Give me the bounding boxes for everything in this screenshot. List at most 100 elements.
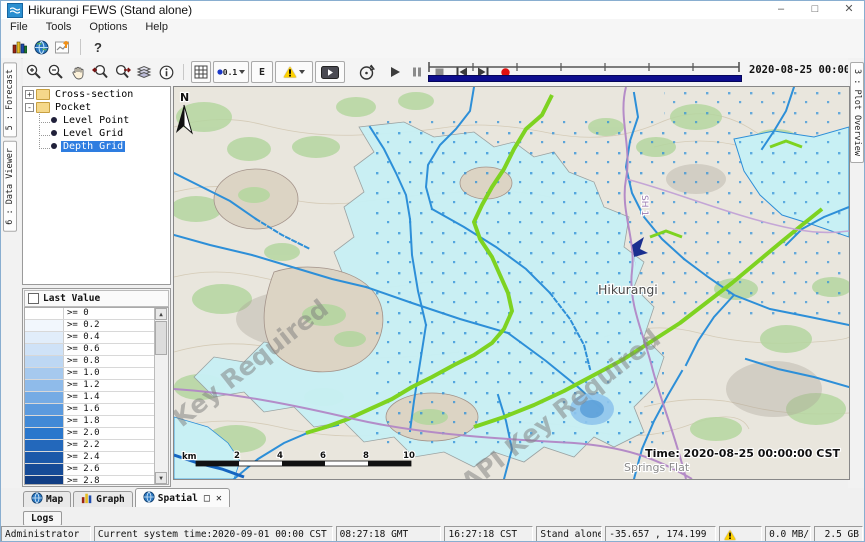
- status-cell-text: 08:27:18 GMT: [340, 529, 409, 540]
- svg-text:N: N: [180, 91, 189, 104]
- last-value-checkbox[interactable]: [28, 293, 39, 304]
- maximize-button[interactable]: □: [798, 1, 832, 19]
- info-button[interactable]: [156, 63, 176, 81]
- right-dock-strip: 3 : Plot Overview: [848, 58, 865, 488]
- status-cell-text: Stand alone: [540, 529, 602, 540]
- tab-close-icon[interactable]: ✕: [216, 493, 222, 504]
- scroll-down-icon[interactable]: ▼: [155, 472, 167, 484]
- chart-icon: [81, 492, 93, 507]
- timeline-range-bar[interactable]: [428, 75, 742, 82]
- status-cell-text: 2.5 GB: [825, 529, 859, 540]
- menu-file[interactable]: File: [1, 19, 37, 36]
- tab-spatial[interactable]: Spatial □ ✕: [135, 488, 230, 507]
- tree-item-label[interactable]: Level Point: [61, 115, 131, 126]
- legend-row[interactable]: >= 0.2: [25, 320, 168, 332]
- zoom-out-button[interactable]: [46, 63, 66, 81]
- legend-row-label: >= 1.4: [64, 392, 100, 403]
- legend-row[interactable]: >= 0: [25, 308, 168, 320]
- legend-row[interactable]: >= 0.6: [25, 344, 168, 356]
- play-button[interactable]: [385, 63, 405, 81]
- tab-label: Spatial: [158, 493, 198, 504]
- legend-row[interactable]: >= 0.4: [25, 332, 168, 344]
- status-bar: AdministratorCurrent system time:2020-09…: [1, 525, 865, 542]
- pan-hand-button[interactable]: [68, 63, 88, 81]
- animation-button[interactable]: [315, 61, 345, 83]
- zoom-in-button[interactable]: [24, 63, 44, 81]
- menu-tools[interactable]: Tools: [37, 19, 81, 36]
- help-button[interactable]: ?: [88, 38, 108, 56]
- legend-scrollbar[interactable]: ▲ ▼: [154, 308, 168, 484]
- tab-graph[interactable]: Graph: [73, 491, 133, 507]
- status-user: Administrator: [1, 526, 91, 542]
- grid-values-button[interactable]: 0.1: [213, 61, 249, 83]
- tab-label: Map: [46, 494, 63, 505]
- tab-map[interactable]: Map: [23, 491, 71, 507]
- tree-item-label[interactable]: Level Grid: [61, 128, 125, 139]
- legend-row-label: >= 1.8: [64, 416, 100, 427]
- legend-row[interactable]: >= 1.6: [25, 404, 168, 416]
- legend-swatch: [25, 344, 64, 355]
- tree-connector: [39, 125, 50, 136]
- tree-expander-icon[interactable]: +: [25, 90, 34, 99]
- left-dock-strip: 5 : Forecast 6 : Data Viewer: [1, 58, 21, 488]
- scroll-up-icon[interactable]: ▲: [155, 308, 167, 320]
- tree-item-label[interactable]: Pocket: [53, 102, 93, 113]
- legend-row[interactable]: >= 2.6: [25, 464, 168, 476]
- layers-button[interactable]: [134, 63, 154, 81]
- legend-row[interactable]: >= 0.8: [25, 356, 168, 368]
- tree-item[interactable]: + Cross-section: [25, 88, 170, 100]
- dropdown-caret-icon: [239, 70, 245, 74]
- status-bandwidth: 0.0 MB/s: [765, 526, 811, 542]
- status-local-time: 16:27:18 CST: [444, 526, 533, 542]
- tab-maximize-icon[interactable]: □: [204, 493, 210, 504]
- thresholds-button[interactable]: [275, 61, 313, 83]
- status-cell-text: 16:27:18 CST: [448, 529, 517, 540]
- tab-forecast[interactable]: 5 : Forecast: [3, 62, 17, 137]
- dropdown-caret-icon: [299, 70, 305, 74]
- bullet-icon: [51, 143, 57, 149]
- logs-button[interactable]: Logs: [23, 511, 62, 526]
- tree-item-label[interactable]: Depth Grid: [61, 141, 125, 152]
- legend-row[interactable]: >= 2.0: [25, 428, 168, 440]
- zoom-previous-button[interactable]: [90, 63, 110, 81]
- menu-options[interactable]: Options: [80, 19, 136, 36]
- legend-row[interactable]: >= 2.4: [25, 452, 168, 464]
- minimize-button[interactable]: –: [764, 1, 798, 19]
- status-gmt-time: 08:27:18 GMT: [336, 526, 442, 542]
- tree-item[interactable]: Depth Grid: [25, 140, 170, 152]
- svg-text:2: 2: [234, 451, 240, 461]
- tab-data-viewer[interactable]: 6 : Data Viewer: [3, 141, 17, 232]
- legend-row[interactable]: >= 1.2: [25, 380, 168, 392]
- legend-row[interactable]: >= 1.8: [25, 416, 168, 428]
- legend-row-label: >= 2.0: [64, 428, 100, 439]
- legend-row-label: >= 0: [64, 308, 89, 319]
- legend-row[interactable]: >= 2.8: [25, 476, 168, 485]
- legend-row[interactable]: >= 1.4: [25, 392, 168, 404]
- pause-button[interactable]: [407, 63, 427, 81]
- tree-item-label[interactable]: Cross-section: [53, 89, 135, 100]
- spatial-display-button[interactable]: [31, 38, 51, 56]
- scroll-thumb[interactable]: [155, 321, 167, 355]
- movie-loop-button[interactable]: [356, 63, 376, 81]
- menu-help[interactable]: Help: [136, 19, 177, 36]
- tab-plot-overview[interactable]: 3 : Plot Overview: [850, 62, 864, 163]
- contour-lines-button[interactable]: E: [251, 61, 273, 83]
- legend-swatch: [25, 476, 64, 485]
- legend-swatch: [25, 440, 64, 451]
- tree-connector: [39, 138, 50, 149]
- timeline-slider[interactable]: [426, 60, 744, 84]
- data-display-button[interactable]: [9, 38, 29, 56]
- status-cell-text: -35.657 , 174.199: [609, 529, 706, 540]
- grid-display-button[interactable]: [191, 61, 211, 83]
- status-coordinates: -35.657 , 174.199: [605, 526, 716, 542]
- legend-row[interactable]: >= 2.2: [25, 440, 168, 452]
- status-cell-text: Administrator: [5, 529, 79, 540]
- map-toolbar: 0.1 E: [23, 58, 848, 86]
- tree-expander-icon[interactable]: -: [25, 103, 34, 112]
- map-canvas[interactable]: SH 1 Hikurangi Springs Flat API Key Requ…: [173, 86, 850, 480]
- zoom-next-button[interactable]: [112, 63, 132, 81]
- legend-row-label: >= 0.4: [64, 332, 100, 343]
- timeseries-dialog-button[interactable]: [53, 38, 73, 56]
- close-button[interactable]: ✕: [832, 1, 865, 19]
- legend-row[interactable]: >= 1.0: [25, 368, 168, 380]
